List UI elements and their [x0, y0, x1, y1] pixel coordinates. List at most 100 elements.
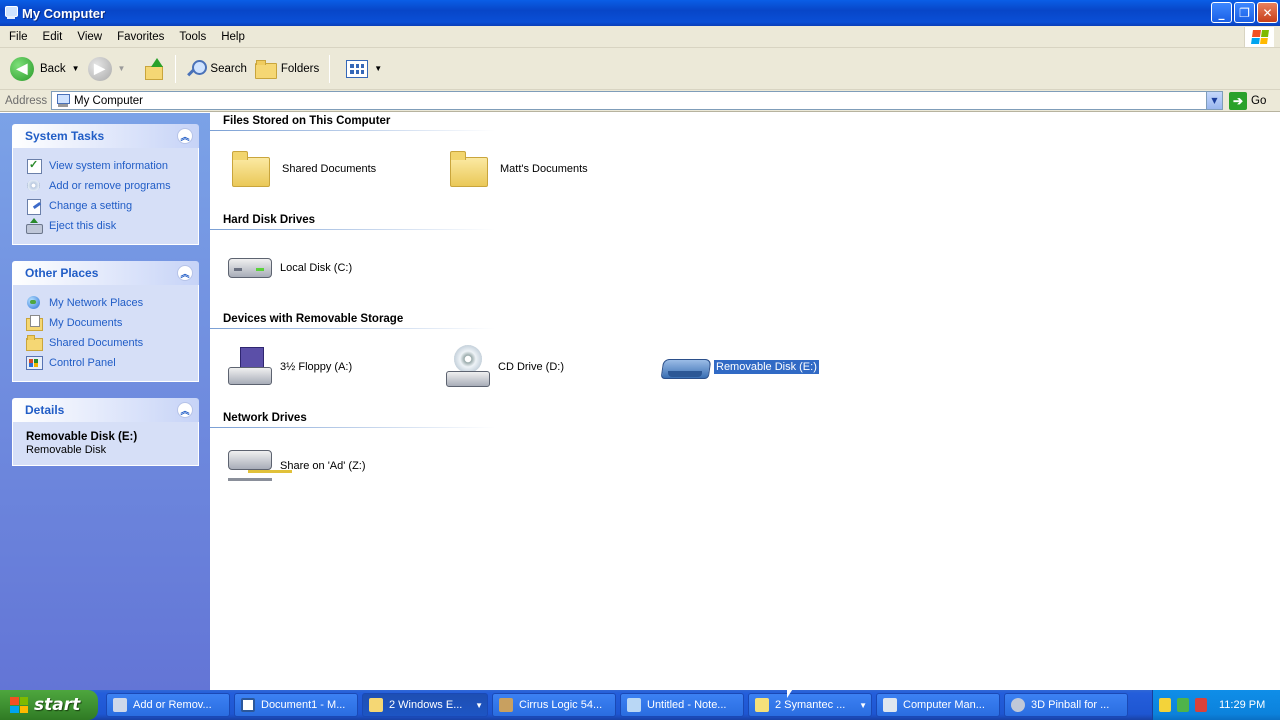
views-dropdown-icon[interactable]: ▼	[374, 64, 382, 73]
search-button[interactable]: Search	[182, 52, 250, 86]
eject-icon	[26, 218, 43, 234]
back-button[interactable]: ◀ Back ▼	[0, 52, 84, 86]
content-pane: Files Stored on This Computer Shared Doc…	[210, 113, 1280, 690]
computer-management-icon	[883, 698, 897, 712]
taskbar: start Add or Remov... Document1 - M... 2…	[0, 690, 1280, 720]
address-field[interactable]: My Computer ▼	[51, 91, 1223, 110]
close-button[interactable]: ✕	[1257, 2, 1278, 23]
task-change-setting[interactable]: Change a setting	[26, 196, 198, 216]
taskbar-item-pinball[interactable]: 3D Pinball for ...	[1004, 693, 1128, 717]
task-add-remove-programs[interactable]: Add or remove programs	[26, 176, 198, 196]
item-label: 3½ Floppy (A:)	[280, 361, 353, 373]
collapse-icon[interactable]: ︽	[177, 265, 193, 281]
cd-drive-icon	[444, 345, 490, 389]
title-bar[interactable]: My Computer _ ❐ ✕	[0, 0, 1280, 26]
menu-view[interactable]: View	[71, 31, 108, 43]
item-floppy-a[interactable]: 3½ Floppy (A:)	[226, 345, 354, 389]
details-item-type: Removable Disk	[26, 444, 107, 456]
menu-tools[interactable]: Tools	[173, 31, 212, 43]
taskbar-item-windows-explorer[interactable]: 2 Windows E... ▼	[362, 693, 488, 717]
address-bar: Address My Computer ▼ ➔ Go	[0, 90, 1280, 112]
network-icon[interactable]	[1177, 698, 1189, 712]
other-places-body: My Network Places My Documents Shared Do…	[12, 285, 199, 382]
maximize-button[interactable]: ❐	[1234, 2, 1255, 23]
folder-icon	[446, 147, 492, 191]
clock[interactable]: 11:29 PM	[1219, 699, 1265, 711]
taskbar-item-label: Untitled - Note...	[647, 699, 727, 711]
taskbar-item-add-remove[interactable]: Add or Remov...	[106, 693, 230, 717]
menu-edit[interactable]: Edit	[37, 31, 69, 43]
go-button[interactable]: ➔ Go	[1229, 91, 1266, 110]
item-label: Share on 'Ad' (Z:)	[280, 460, 366, 472]
details-title: Details	[25, 403, 65, 417]
folder-icon	[369, 698, 383, 712]
place-my-network-places[interactable]: My Network Places	[26, 293, 198, 313]
back-dropdown-icon[interactable]: ▼	[72, 64, 80, 73]
details-header[interactable]: Details ︽	[12, 398, 199, 422]
menu-bar: File Edit View Favorites Tools Help	[0, 26, 1280, 48]
place-label: My Network Places	[49, 297, 144, 309]
taskbar-item-computer-management[interactable]: Computer Man...	[876, 693, 1000, 717]
window-controls: _ ❐ ✕	[1211, 2, 1278, 23]
task-label: View system information	[49, 160, 169, 172]
window-title: My Computer	[22, 5, 106, 21]
menu-file[interactable]: File	[3, 31, 34, 43]
taskbar-item-label: 2 Symantec ...	[775, 699, 846, 711]
security-shield-icon[interactable]	[1159, 698, 1171, 712]
system-tasks-header[interactable]: System Tasks ︽	[12, 124, 199, 148]
other-places-title: Other Places	[25, 266, 99, 280]
my-documents-icon	[26, 315, 43, 331]
item-network-drive-z[interactable]: Share on 'Ad' (Z:)	[226, 444, 368, 488]
collapse-icon[interactable]: ︽	[177, 402, 193, 418]
place-shared-documents[interactable]: Shared Documents	[26, 333, 198, 353]
system-tasks-body: View system information Add or remove pr…	[12, 148, 199, 245]
views-button[interactable]: ▼	[336, 52, 386, 86]
forward-button[interactable]: ▶ ▼	[84, 52, 130, 86]
notepad-icon	[627, 698, 641, 712]
collapse-icon[interactable]: ︽	[177, 128, 193, 144]
item-shared-documents[interactable]: Shared Documents	[228, 147, 378, 191]
item-matts-documents[interactable]: Matt's Documents	[446, 147, 590, 191]
other-places-header[interactable]: Other Places ︽	[12, 261, 199, 285]
item-label: CD Drive (D:)	[498, 361, 564, 373]
system-tasks-panel: System Tasks ︽ View system information A…	[12, 124, 199, 245]
hard-disk-icon	[226, 246, 272, 290]
task-pane: System Tasks ︽ View system information A…	[0, 113, 210, 690]
task-view-system-information[interactable]: View system information	[26, 156, 198, 176]
item-cd-drive-d[interactable]: CD Drive (D:)	[444, 345, 566, 389]
folders-button[interactable]: Folders	[251, 52, 323, 86]
speaker-icon	[499, 698, 513, 712]
taskbar-item-notepad[interactable]: Untitled - Note...	[620, 693, 744, 717]
item-label: Local Disk (C:)	[280, 262, 353, 274]
item-removable-disk-e[interactable]: Removable Disk (E:)	[662, 345, 820, 389]
mouse-cursor-icon	[786, 680, 799, 699]
group-divider	[210, 427, 495, 428]
place-control-panel[interactable]: Control Panel	[26, 353, 198, 373]
control-panel-icon	[26, 355, 43, 371]
forward-arrow-icon: ▶	[87, 56, 112, 81]
address-dropdown-button[interactable]: ▼	[1206, 92, 1222, 109]
group-title-removable: Devices with Removable Storage	[223, 313, 404, 325]
place-my-documents[interactable]: My Documents	[26, 313, 198, 333]
taskbar-item-cirrus-logic[interactable]: Cirrus Logic 54...	[492, 693, 616, 717]
menu-help[interactable]: Help	[215, 31, 251, 43]
group-divider	[210, 229, 495, 230]
antivirus-icon[interactable]	[1195, 698, 1207, 712]
task-label: Add or remove programs	[49, 180, 171, 192]
up-button[interactable]	[129, 52, 169, 86]
item-local-disk-c[interactable]: Local Disk (C:)	[226, 246, 354, 290]
item-label-selected: Removable Disk (E:)	[713, 359, 820, 375]
taskbar-item-document1[interactable]: Document1 - M...	[234, 693, 358, 717]
my-computer-icon	[56, 93, 70, 108]
windows-flag-icon	[10, 697, 28, 713]
start-button[interactable]: start	[0, 690, 98, 720]
menu-favorites[interactable]: Favorites	[111, 31, 170, 43]
task-eject-disk[interactable]: Eject this disk	[26, 216, 198, 236]
details-item-name: Removable Disk (E:)	[26, 431, 138, 443]
forward-dropdown-icon[interactable]: ▼	[118, 64, 126, 73]
add-remove-programs-icon	[26, 178, 42, 194]
group-divider	[210, 328, 495, 329]
minimize-button[interactable]: _	[1211, 2, 1232, 23]
taskbar-item-symantec[interactable]: 2 Symantec ... ▼	[748, 693, 872, 717]
group-dropdown-icon: ▼	[475, 700, 483, 710]
